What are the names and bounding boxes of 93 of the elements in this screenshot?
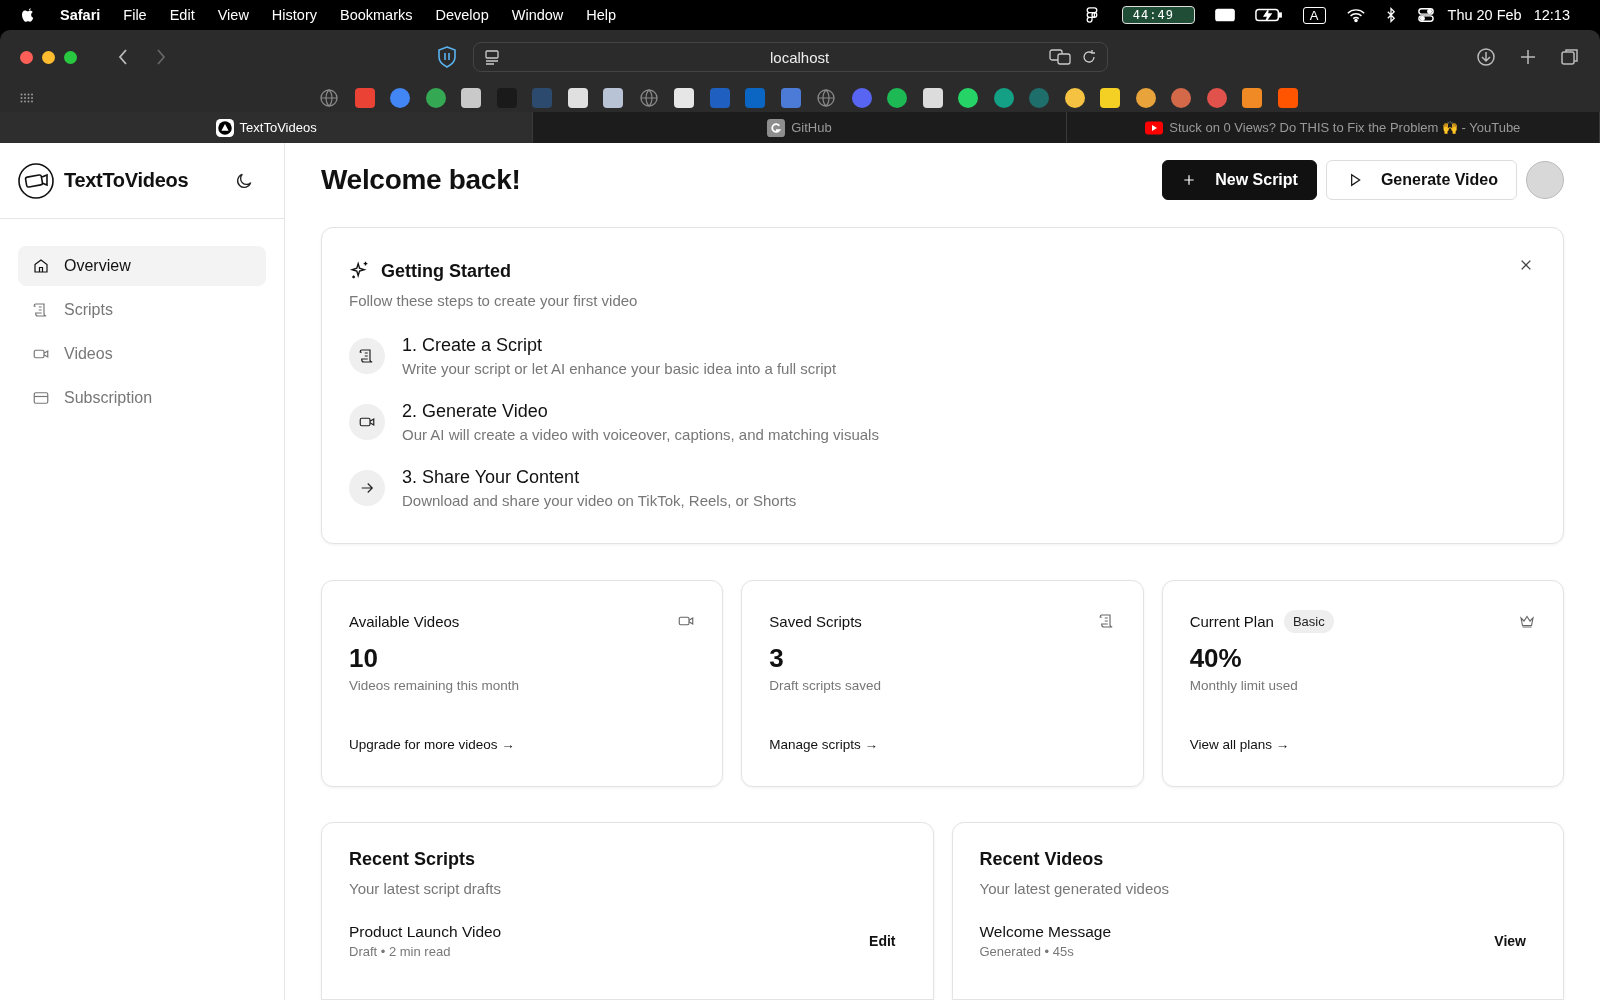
stat-caption: Monthly limit used xyxy=(1189,678,1299,693)
stat-value: 3 xyxy=(769,643,785,674)
stat-caption: Videos remaining this month xyxy=(349,678,521,693)
close-window-button[interactable] xyxy=(20,50,33,64)
url-text: localhost xyxy=(770,48,830,66)
sidebar-item[interactable]: Subscription xyxy=(18,378,266,418)
sidebar-item[interactable]: Scripts xyxy=(18,290,266,330)
stat-title: Current Plan xyxy=(1189,612,1274,630)
globe-icon[interactable] xyxy=(816,88,836,108)
step-title: 3. Share Your Content xyxy=(402,467,581,488)
item-action-button[interactable]: Edit xyxy=(859,927,906,955)
stat-link[interactable]: Manage scripts → xyxy=(769,737,1116,752)
step-description: Our AI will create a video with voiceover, captions, and matching visuals xyxy=(402,426,879,443)
bookmark-icon[interactable] xyxy=(567,88,588,108)
step-description: Download and share your video on TikTok, Reels, or Shorts xyxy=(402,492,797,509)
card-title: Getting Started xyxy=(381,260,511,282)
card-title: Recent Scripts xyxy=(349,849,477,870)
logo-icon[interactable] xyxy=(18,162,54,199)
stat-link[interactable]: Upgrade for more videos → xyxy=(349,737,696,752)
shield-icon[interactable] xyxy=(437,46,457,68)
plan-badge: Basic xyxy=(1283,609,1334,633)
sidebar-item[interactable]: Videos xyxy=(18,334,266,374)
home-icon xyxy=(32,257,50,275)
close-icon[interactable] xyxy=(1519,258,1533,272)
forward-icon[interactable] xyxy=(155,47,167,67)
step-title: 1. Create a Script xyxy=(402,335,544,356)
menu-item[interactable]: Window xyxy=(511,7,564,23)
menu-item[interactable]: Bookmarks xyxy=(340,7,413,23)
minimize-window-button[interactable] xyxy=(42,50,55,64)
menu-item[interactable]: File xyxy=(123,7,147,23)
menu-item[interactable]: Help xyxy=(586,7,617,23)
input-source-indicator[interactable]: A xyxy=(1302,6,1326,24)
bookmark-icon[interactable] xyxy=(922,88,943,108)
bookmark-icon[interactable] xyxy=(1277,88,1298,108)
bookmark-icon[interactable] xyxy=(1135,88,1156,108)
stat-title: Saved Scripts xyxy=(769,612,862,630)
bookmark-icon[interactable] xyxy=(1064,88,1085,108)
item-action-button[interactable]: View xyxy=(1484,927,1536,955)
card-title: Recent Videos xyxy=(979,849,1105,870)
item-meta: Generated • 45s xyxy=(979,944,1075,959)
menu-bar-date[interactable]: Thu 20 Feb xyxy=(1447,7,1522,23)
credit-card-icon xyxy=(32,389,50,407)
grid-icon[interactable] xyxy=(20,93,34,103)
address-bar[interactable]: localhost xyxy=(473,42,1108,72)
download-icon[interactable] xyxy=(1476,47,1496,67)
menu-item[interactable]: Develop xyxy=(435,7,489,23)
plus-icon[interactable] xyxy=(1518,47,1538,67)
triangle-logo-icon xyxy=(215,118,234,137)
stat-value: 40% xyxy=(1189,643,1243,674)
tab-overview-icon[interactable] xyxy=(1560,47,1580,67)
stat-value: 10 xyxy=(349,643,379,674)
brand-name[interactable]: TextToVideos xyxy=(64,169,189,192)
bookmark-icon[interactable] xyxy=(958,88,978,108)
action-button[interactable]: New Script xyxy=(1162,160,1317,200)
menu-bar-time[interactable]: 12:13 xyxy=(1533,7,1570,23)
timer-badge[interactable]: 44:49 xyxy=(1121,6,1195,24)
battery-icon[interactable] xyxy=(1254,7,1283,23)
sidebar-item[interactable]: Overview xyxy=(18,246,266,286)
browser-tab[interactable]: TextToVideos xyxy=(0,112,534,143)
stat-title: Available Videos xyxy=(349,612,460,630)
globe-icon[interactable] xyxy=(319,88,339,108)
page-menu-icon[interactable] xyxy=(484,49,500,65)
globe-icon[interactable] xyxy=(638,88,659,108)
reload-icon[interactable] xyxy=(1081,49,1097,65)
control-center-icon[interactable] xyxy=(1415,7,1436,23)
stat-link[interactable]: View all plans → xyxy=(1189,737,1536,752)
menu-item[interactable]: Safari xyxy=(60,7,101,23)
bookmark-icon[interactable] xyxy=(887,88,907,108)
translate-icon[interactable] xyxy=(1049,49,1071,65)
wifi-icon[interactable] xyxy=(1345,7,1366,23)
step-description: Write your script or let AI enhance your basic idea into a full script xyxy=(402,360,837,377)
item-title[interactable]: Product Launch Video xyxy=(349,923,502,941)
card-subtitle: Your latest generated videos xyxy=(979,880,1171,897)
bluetooth-icon[interactable] xyxy=(1385,7,1396,23)
action-button[interactable]: Generate Video xyxy=(1325,160,1517,200)
item-title[interactable]: Welcome Message xyxy=(979,923,1111,941)
bookmark-icon[interactable] xyxy=(674,88,694,108)
bookmark-icon[interactable] xyxy=(993,88,1014,108)
back-icon[interactable] xyxy=(117,47,129,67)
item-meta: Draft • 2 min read xyxy=(349,944,452,959)
stat-caption: Draft scripts saved xyxy=(769,678,883,693)
zoom-window-button[interactable] xyxy=(64,50,77,64)
favicon-icon xyxy=(767,118,786,137)
bookmark-icon[interactable] xyxy=(425,88,446,108)
step-title: 2. Generate Video xyxy=(402,401,549,422)
apple-logo-icon[interactable] xyxy=(20,6,36,24)
card-subtitle: Follow these steps to create your first video xyxy=(349,292,639,309)
page-title: Welcome back! xyxy=(321,164,521,196)
menu-item[interactable]: View xyxy=(217,7,249,23)
menu-item[interactable]: History xyxy=(271,7,317,23)
card-subtitle: Your latest script drafts xyxy=(349,880,502,897)
menu-item[interactable]: Edit xyxy=(169,7,195,23)
display-icon[interactable] xyxy=(1214,7,1235,23)
